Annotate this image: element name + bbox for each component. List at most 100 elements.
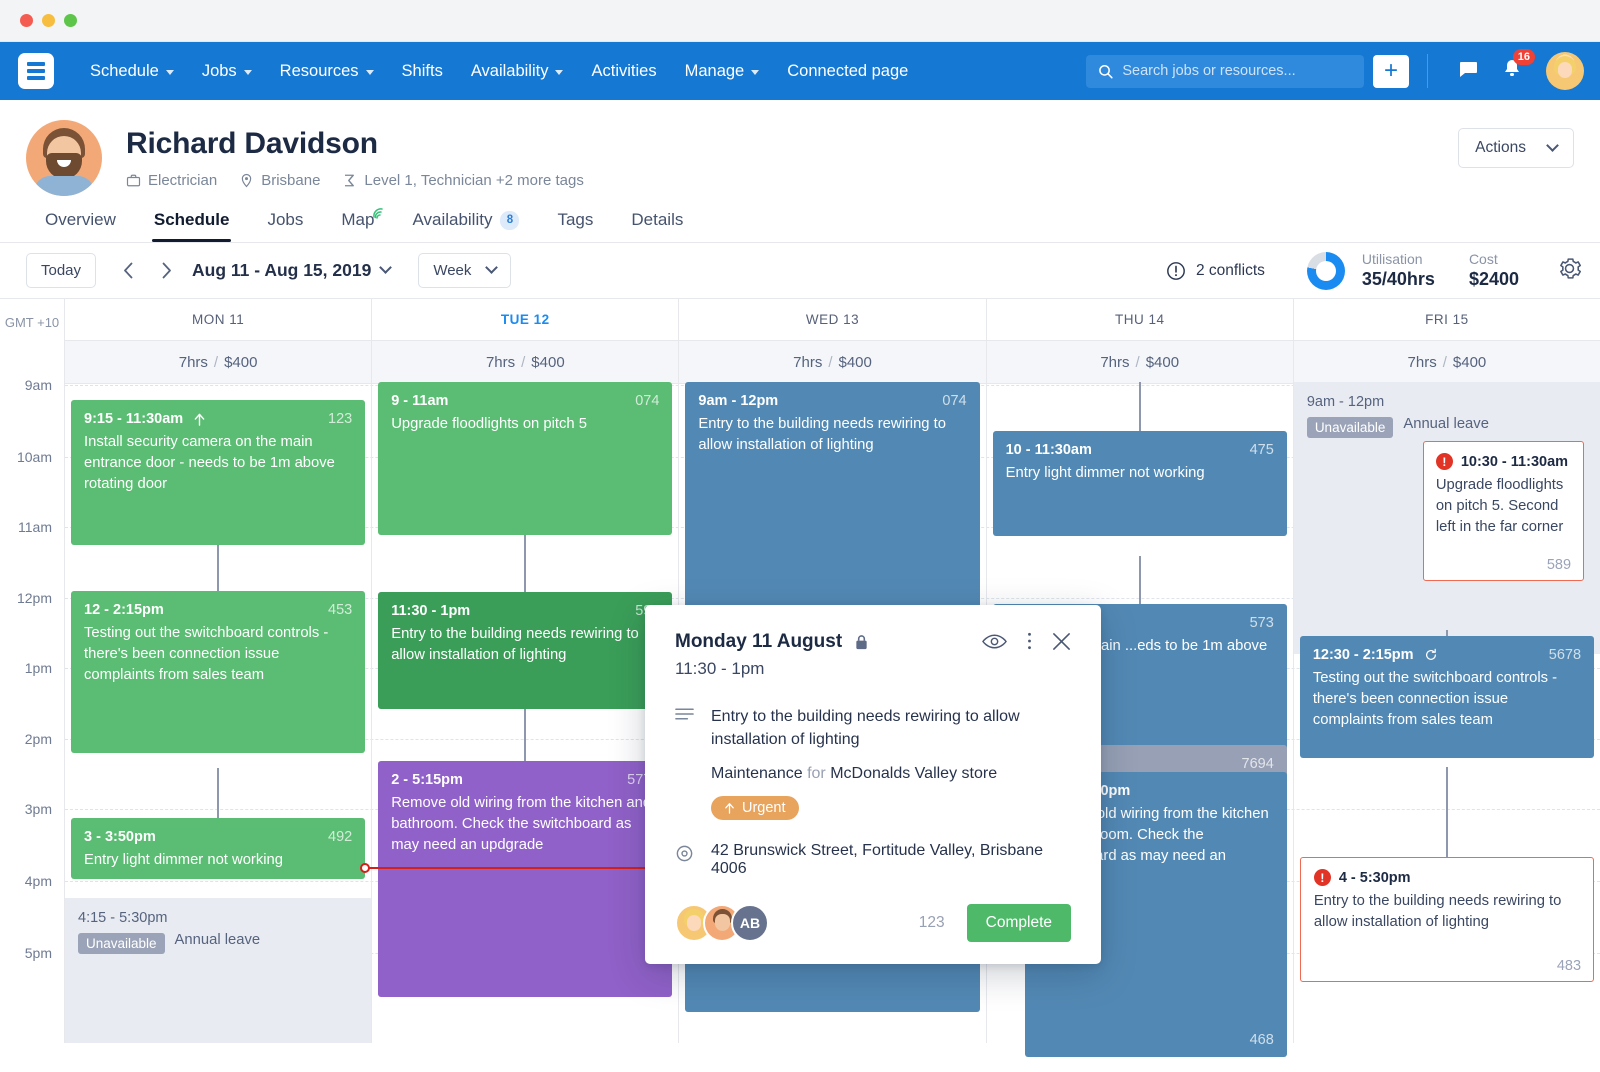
nav-item-connected-page[interactable]: Connected page xyxy=(773,62,922,81)
popup-time: 11:30 - 1pm xyxy=(675,659,765,678)
window-close-button[interactable] xyxy=(20,14,33,27)
popup-header: Monday 11 August 11:30 - 1pm xyxy=(675,631,1071,679)
time-label: 5pm xyxy=(24,945,52,961)
nav-label: Availability xyxy=(470,61,549,80)
calendar-event[interactable]: 12:30 - 2:15pm 5678 Testing out the swit… xyxy=(1299,636,1595,758)
tab-details[interactable]: Details xyxy=(612,210,702,242)
popup-address: 42 Brunswick Street, Fortitude Valley, B… xyxy=(711,842,1043,878)
calendar-event-selected[interactable]: 11:30 - 1pm 594 Entry to the building ne… xyxy=(378,592,673,709)
view-mode-selector[interactable]: Week xyxy=(418,253,512,288)
current-time-indicator xyxy=(360,863,657,873)
calendar-event[interactable]: 10 - 11:30am 475 Entry light dimmer not … xyxy=(992,431,1287,536)
popup-address-row: 42 Brunswick Street, Fortitude Valley, B… xyxy=(675,842,1071,878)
tab-jobs[interactable]: Jobs xyxy=(248,210,322,242)
event-id: 468 xyxy=(1249,1032,1274,1048)
calendar-event[interactable]: 2 - 5:15pm 5773 Remove old wiring from t… xyxy=(378,761,673,997)
popup-description-row: Entry to the building needs rewiring to … xyxy=(675,705,1071,821)
day-cost: $400 xyxy=(1452,353,1487,371)
day-column-mon: MON 11 7hrs / $400 9:15 - 11:30am 123 Inst… xyxy=(65,299,373,1043)
messages-button[interactable] xyxy=(1456,57,1480,86)
event-detail-popup: Monday 11 August 11:30 - 1pm Entry to th… xyxy=(645,605,1101,965)
app-logo-icon[interactable] xyxy=(18,53,54,89)
popup-job-type: Maintenance for McDonalds Valley store xyxy=(711,765,1071,783)
date-range-selector[interactable]: Aug 11 - Aug 15, 2019 xyxy=(192,260,393,281)
calendar-event-conflict[interactable]: ! 4 - 5:30pm Entry to the building needs… xyxy=(1299,857,1595,982)
chevron-down-icon xyxy=(555,69,564,75)
nav-item-manage[interactable]: Manage xyxy=(671,62,774,81)
event-description: Remove old wiring from the kitchen and b… xyxy=(391,795,652,853)
previous-period-button[interactable] xyxy=(112,255,144,287)
urgent-badge: Urgent xyxy=(711,796,799,821)
alert-icon: ! xyxy=(1435,453,1453,470)
event-description: Entry to the building needs rewiring to … xyxy=(1313,893,1562,930)
search-icon xyxy=(1099,64,1113,78)
event-description: Install security camera on the main entr… xyxy=(84,434,335,492)
nav-item-resources[interactable]: Resources xyxy=(266,62,388,81)
utilisation-stat: Utilisation 35/40hrs xyxy=(1362,251,1435,291)
nav-items: Schedule Jobs Resources Shifts Availabil… xyxy=(76,62,922,81)
calendar-event[interactable]: 12 - 2:15pm 453 Testing out the switchbo… xyxy=(71,591,366,753)
avatar-initials[interactable]: AB xyxy=(731,904,769,943)
search-input[interactable] xyxy=(1122,63,1352,79)
tab-tags[interactable]: Tags xyxy=(538,210,612,242)
calendar-event-conflict[interactable]: ! 10:30 - 11:30am Upgrade floodlights on… xyxy=(1422,441,1585,581)
utilisation-donut-chart xyxy=(1306,251,1345,290)
settings-button[interactable] xyxy=(1557,256,1582,286)
window-maximize-button[interactable] xyxy=(64,14,77,27)
more-options-button[interactable] xyxy=(1027,631,1032,656)
event-id: 7694 xyxy=(1241,756,1274,772)
nav-item-jobs[interactable]: Jobs xyxy=(188,62,266,81)
event-id: 074 xyxy=(635,393,660,409)
global-search[interactable] xyxy=(1086,54,1364,88)
day-summary-mon: 7hrs / $400 xyxy=(65,341,372,384)
notifications-button[interactable]: 16 xyxy=(1500,48,1535,86)
nav-item-shifts[interactable]: Shifts xyxy=(388,62,457,81)
window-titlebar xyxy=(0,0,1600,42)
window-minimize-button[interactable] xyxy=(42,14,55,27)
tab-overview[interactable]: Overview xyxy=(26,210,135,242)
calendar-unavailable-block[interactable]: 4:15 - 5:30pm Unavailable Annual leave xyxy=(65,898,372,1043)
today-button[interactable]: Today xyxy=(26,253,97,288)
tab-map[interactable]: Map xyxy=(322,208,393,242)
day-events-tue: 9 - 11am 074 Upgrade floodlights on pitc… xyxy=(372,382,678,1043)
location-pin-icon xyxy=(675,842,695,878)
actions-button[interactable]: Actions xyxy=(1458,128,1574,168)
profile-tabs: Overview Schedule Jobs Map Availability … xyxy=(0,196,1600,243)
event-description: Testing out the switchboard controls - t… xyxy=(84,625,329,683)
availability-badge: 8 xyxy=(500,210,520,230)
popup-action-icons xyxy=(982,631,1071,656)
close-popup-button[interactable] xyxy=(1052,632,1071,656)
location-pin-icon xyxy=(241,173,252,188)
tab-schedule[interactable]: Schedule xyxy=(135,210,249,242)
day-summary-thu: 7hrs / $400 xyxy=(986,341,1293,384)
complete-button[interactable]: Complete xyxy=(966,904,1071,943)
nav-item-activities[interactable]: Activities xyxy=(577,62,670,81)
preview-button[interactable] xyxy=(982,632,1007,656)
event-description: Testing out the switchboard controls - t… xyxy=(1312,670,1558,728)
job-type: Maintenance xyxy=(711,765,803,783)
calendar-event[interactable]: 3 - 3:50pm 492 Entry light dimmer not wo… xyxy=(71,818,366,879)
event-id: 589 xyxy=(1546,557,1572,573)
nav-label: Resources xyxy=(279,61,359,80)
event-time: 9:15 - 11:30am xyxy=(84,411,206,427)
day-hours: 7hrs xyxy=(485,353,516,371)
event-id: 475 xyxy=(1249,442,1274,458)
user-avatar[interactable] xyxy=(1546,52,1584,90)
nav-item-schedule[interactable]: Schedule xyxy=(76,62,188,81)
nav-item-availability[interactable]: Availability xyxy=(457,62,578,81)
tab-label: Schedule xyxy=(153,210,230,229)
resource-tags[interactable]: Level 1, Technician +2 more tags xyxy=(342,172,584,189)
view-mode-label: Week xyxy=(433,262,472,279)
add-button[interactable]: + xyxy=(1373,54,1409,88)
calendar-event[interactable]: 9:15 - 11:30am 123 Install security came… xyxy=(71,400,366,545)
calendar-event[interactable]: 9 - 11am 074 Upgrade floodlights on pitc… xyxy=(378,382,673,535)
chevron-down-icon xyxy=(1546,138,1559,152)
next-period-button[interactable] xyxy=(150,255,182,287)
chevron-right-icon xyxy=(162,262,171,279)
tab-availability[interactable]: Availability 8 xyxy=(393,210,538,242)
urgent-arrow-icon xyxy=(725,802,734,814)
unavailable-row: Unavailable Annual leave xyxy=(78,926,358,954)
event-time: 9am - 12pm xyxy=(1306,394,1385,410)
conflicts-indicator[interactable]: 2 conflicts xyxy=(1166,261,1265,281)
chevron-down-icon xyxy=(485,261,499,274)
